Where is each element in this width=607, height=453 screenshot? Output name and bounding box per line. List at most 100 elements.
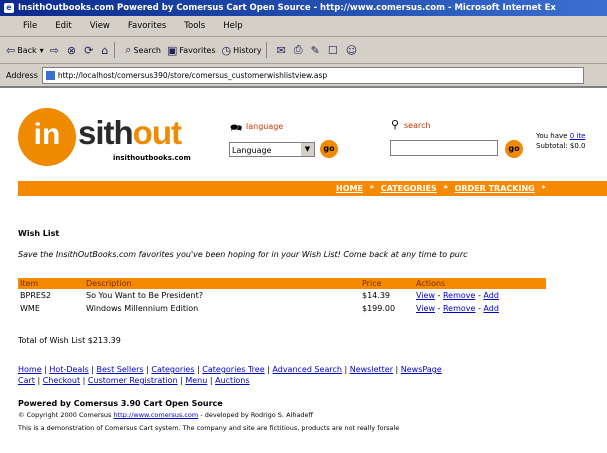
browser-toolbar: ⇦ Back ▾ ⇨ ⊗ ⟳ ⌂ ⌕ Search ▣ Favorites ◷ Histo…	[0, 37, 607, 64]
nav-home[interactable]: HOME	[336, 184, 363, 193]
home-button[interactable]: ⌂	[101, 44, 110, 57]
mail-button[interactable]: ✉	[277, 44, 288, 57]
item-code: BPRES2	[20, 291, 52, 300]
remove-link[interactable]: Remove	[443, 291, 475, 300]
refresh-button[interactable]: ⟳	[84, 44, 95, 57]
item-description: Windows Millennium Edition	[86, 304, 199, 313]
item-description: So You Want to Be President?	[86, 291, 203, 300]
item-price: $14.39	[362, 291, 390, 300]
footer-link-customer-registration[interactable]: Customer Registration	[88, 376, 178, 385]
column-header-item: Item	[18, 278, 84, 289]
ie-logo-icon: e	[4, 3, 14, 13]
main-nav-bar: HOME * CATEGORIES * ORDER TRACKING *	[18, 181, 607, 196]
table-header-row: Item Description Price Actions	[18, 278, 546, 289]
window-title: InsithOutbooks.com Powered by Comersus C…	[18, 3, 556, 13]
refresh-icon: ⟳	[84, 43, 94, 57]
page-title: Wish List	[18, 229, 60, 238]
search-input[interactable]	[390, 140, 498, 156]
footer-link-cart[interactable]: Cart	[18, 376, 35, 385]
cart-items-link[interactable]: 0 ite	[570, 132, 586, 140]
comersus-link[interactable]: http://www.comersus.com	[114, 411, 199, 419]
home-icon: ⌂	[101, 43, 109, 57]
menu-tools[interactable]: Tools	[175, 21, 214, 31]
demo-disclaimer: This is a demonstration of Comersus Cart…	[18, 424, 400, 432]
edit-button[interactable]: ✎	[311, 44, 322, 57]
footer-link-categories-tree[interactable]: Categories Tree	[202, 365, 264, 374]
search-button[interactable]: ⌕ Search	[125, 43, 161, 57]
print-icon: ⎙	[293, 43, 303, 56]
footer-link-home[interactable]: Home	[18, 365, 42, 374]
nav-categories[interactable]: CATEGORIES	[381, 184, 437, 193]
menu-edit[interactable]: Edit	[46, 21, 80, 31]
logo-circle: in	[18, 108, 76, 166]
table-row: BPRES2 So You Want to Be President? $14.…	[18, 289, 546, 302]
mail-icon: ✉	[276, 43, 286, 57]
messenger-icon: ☺	[345, 43, 358, 57]
item-price: $199.00	[362, 304, 396, 313]
back-button[interactable]: ⇦ Back ▾	[6, 44, 44, 57]
item-actions: View - Remove - Add	[416, 304, 499, 313]
table-row: WME Windows Millennium Edition $199.00 V…	[18, 302, 546, 315]
logo-wordmark: sithout	[78, 114, 182, 151]
menu-file[interactable]: File	[14, 21, 46, 31]
search-icon: ⌕	[125, 43, 132, 56]
discuss-button[interactable]: ☐	[328, 44, 340, 57]
menu-bar: File Edit View Favorites Tools Help	[0, 16, 607, 37]
search-go-button[interactable]: go	[505, 140, 523, 158]
footer-link-auctions[interactable]: Auctions	[215, 376, 249, 385]
page-icon	[45, 70, 55, 80]
messenger-button[interactable]: ☺	[346, 44, 359, 57]
history-button[interactable]: ◷ History	[222, 44, 262, 57]
edit-icon: ✎	[310, 43, 320, 57]
powered-by: Powered by Comersus 3.90 Cart Open Sourc…	[18, 399, 223, 408]
footer-link-menu[interactable]: Menu	[185, 376, 207, 385]
column-header-price: Price	[360, 278, 414, 289]
column-header-description: Description	[84, 278, 360, 289]
language-icon: 🗪	[230, 123, 243, 134]
language-go-button[interactable]: go	[320, 140, 338, 158]
item-code: WME	[20, 304, 40, 313]
toolbar-separator	[265, 42, 267, 58]
language-select[interactable]: Language ▼	[229, 142, 315, 157]
footer-link-categories[interactable]: Categories	[151, 365, 194, 374]
address-url: http://localhost/comersus390/store/comer…	[57, 70, 328, 80]
menu-help[interactable]: Help	[214, 21, 251, 31]
forward-button[interactable]: ⇨	[50, 44, 61, 57]
magnifier-icon: ⚲	[391, 118, 400, 131]
print-button[interactable]: ⎙	[294, 43, 305, 57]
logo-subtitle: insithoutbooks.com	[113, 154, 191, 162]
cart-summary: You have 0 ite Subtotal: $0.0	[536, 132, 586, 150]
site-logo[interactable]: in sithout insithoutbooks.com	[18, 108, 218, 168]
stop-button[interactable]: ⊗	[67, 44, 78, 57]
footer-links: Home | Hot-Deals | Best Sellers | Catego…	[18, 365, 442, 385]
add-link[interactable]: Add	[483, 304, 499, 313]
nav-order-tracking[interactable]: ORDER TRACKING	[455, 184, 535, 193]
view-link[interactable]: View	[416, 304, 435, 313]
footer-link-hot-deals[interactable]: Hot-Deals	[49, 365, 88, 374]
menu-favorites[interactable]: Favorites	[119, 21, 175, 31]
item-actions: View - Remove - Add	[416, 291, 499, 300]
search-label: search	[404, 121, 431, 130]
column-header-actions: Actions	[414, 278, 546, 289]
remove-link[interactable]: Remove	[443, 304, 475, 313]
history-icon: ◷	[221, 43, 232, 57]
footer-link-newspage[interactable]: NewsPage	[401, 365, 442, 374]
footer-link-newsletter[interactable]: Newsletter	[350, 365, 393, 374]
menu-view[interactable]: View	[81, 21, 119, 31]
copyright: © Copyright 2000 Comersus http://www.com…	[18, 411, 314, 419]
forward-arrow-icon: ⇨	[49, 43, 59, 57]
address-label: Address	[6, 70, 38, 80]
footer-link-advanced-search[interactable]: Advanced Search	[272, 365, 342, 374]
add-link[interactable]: Add	[483, 291, 499, 300]
favorites-folder-icon: ▣	[166, 43, 178, 57]
wishlist-total: Total of Wish List $213.39	[18, 336, 121, 345]
chevron-down-icon: ▼	[301, 143, 314, 156]
footer-link-checkout[interactable]: Checkout	[43, 376, 80, 385]
footer-link-best-sellers[interactable]: Best Sellers	[97, 365, 144, 374]
view-link[interactable]: View	[416, 291, 435, 300]
window-title-bar: e InsithOutbooks.com Powered by Comersus …	[0, 0, 607, 16]
favorites-button[interactable]: ▣ Favorites	[167, 44, 216, 57]
wishlist-intro: Save the InsithOutBooks.com favorites yo…	[18, 250, 468, 259]
web-page: in sithout insithoutbooks.com 🗪 language…	[0, 88, 607, 453]
address-input[interactable]: http://localhost/comersus390/store/comer…	[41, 66, 584, 84]
